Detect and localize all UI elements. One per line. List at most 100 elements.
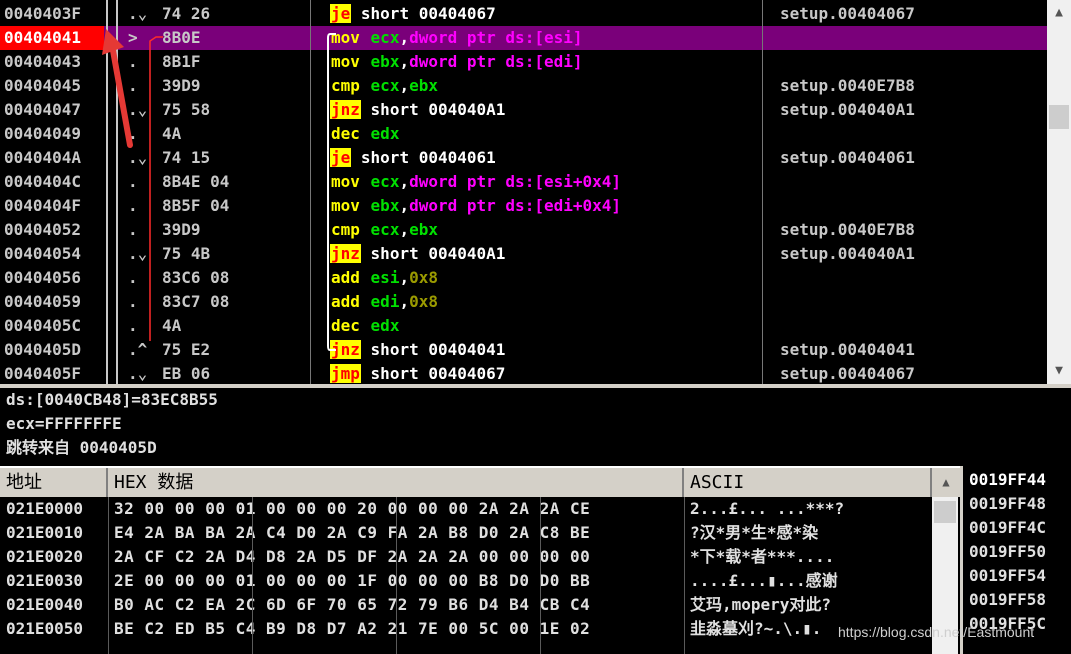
operand: edi: [370, 292, 400, 311]
stack-address[interactable]: 0019FF44: [969, 468, 1046, 492]
instruction-address: 00404047: [4, 100, 82, 119]
opcode-bytes: 8B0E: [162, 28, 201, 47]
loop-bracket: [327, 33, 336, 351]
stack-address[interactable]: 0019FF48: [969, 492, 1046, 516]
instruction-address: 00404045: [4, 76, 82, 95]
operand: 0x8: [409, 292, 438, 311]
scroll-up-icon[interactable]: ▲: [932, 468, 960, 497]
instruction-text: mov ecx,dword ptr ds:[esi]: [330, 26, 755, 50]
scroll-thumb[interactable]: [934, 501, 956, 523]
dump-row[interactable]: 021E0000 32 00 00 00 01 00 00 00 20 00 00…: [0, 497, 932, 521]
instruction-comment: setup.004040A1: [780, 244, 915, 263]
jump-marker: .⌄: [128, 364, 148, 383]
opcode-bytes: 4A: [162, 124, 182, 143]
instruction-text: mov ebx,dword ptr ds:[edi+0x4]: [330, 194, 755, 218]
operand: ebx: [409, 76, 438, 95]
operand: dword ptr ds:[edi+0x4]: [409, 196, 622, 215]
disassembly-pane[interactable]: 0040403F .⌄ 74 26 je short 00404067 setup.00…: [0, 0, 1047, 384]
header-address[interactable]: 地址: [0, 468, 108, 497]
stack-address[interactable]: 0019FF54: [969, 564, 1046, 588]
scroll-up-icon[interactable]: ▲: [1047, 2, 1071, 24]
dump-ascii-text: 2...£... ...***?: [690, 499, 845, 518]
opcode-bytes: 8B1F: [162, 52, 201, 71]
dump-ascii-text: ?汉*男*生*感*染: [690, 523, 819, 542]
info-line: 跳转来自 0040405D: [6, 438, 157, 457]
stack-address[interactable]: 0019FF4C: [969, 516, 1046, 540]
dump-row[interactable]: 021E0010 E4 2A BA BA 2A C4 D0 2A C9 FA 2A…: [0, 521, 932, 545]
dump-ascii-text: 艾玛,mopery对此?: [690, 595, 832, 614]
dump-address: 021E0010: [6, 523, 84, 542]
dump-row[interactable]: 021E0040 B0 AC C2 EA 2C 6D 6F 70 65 72 79…: [0, 593, 932, 617]
operand: ,: [399, 220, 410, 239]
opcode-bytes: 83C6 08: [162, 268, 230, 287]
dump-address: 021E0050: [6, 619, 84, 638]
operand: dword ptr ds:[edi]: [409, 52, 583, 71]
operand: ecx: [370, 220, 400, 239]
scroll-thumb[interactable]: [1049, 105, 1069, 129]
column-divider: [252, 497, 253, 654]
header-hex-data[interactable]: HEX 数据: [108, 468, 684, 497]
instruction-address: 0040404A: [4, 148, 82, 167]
instruction-comment: [780, 290, 1045, 314]
instruction-address: 00404056: [4, 268, 82, 287]
column-divider: [684, 497, 685, 654]
header-ascii[interactable]: ASCII: [684, 468, 932, 497]
operand: edx: [370, 124, 400, 143]
dump-header: 地址 HEX 数据 ASCII ▲: [0, 466, 960, 497]
memory-dump-pane[interactable]: 地址 HEX 数据 ASCII ▲ 021E0000 32 00 00 00 01…: [0, 466, 960, 654]
column-divider: [108, 497, 109, 654]
instruction-address: 00404049: [4, 124, 82, 143]
instruction-comment: setup.0040E7B8: [780, 220, 915, 239]
instruction-text: mov ebx,dword ptr ds:[edi]: [330, 50, 755, 74]
instruction-comment: [780, 170, 1045, 194]
opcode-bytes: 39D9: [162, 220, 201, 239]
opcode-bytes: 75 E2: [162, 340, 211, 359]
operand: esi: [370, 268, 400, 287]
stack-address[interactable]: 0019FF58: [969, 588, 1046, 612]
disasm-row[interactable]: 0040405F .⌄ EB 06 jmp short 00404067 setup.0…: [0, 362, 1047, 386]
info-line: ds:[0040CB48]=83EC8B55: [6, 390, 218, 409]
instruction-text: dec edx: [330, 314, 755, 338]
instruction-address: 00404043: [4, 52, 82, 71]
operand: ,: [399, 28, 410, 47]
disassembly-scrollbar[interactable]: ▲ ▼: [1047, 0, 1071, 384]
stack-address[interactable]: 0019FF50: [969, 540, 1046, 564]
instruction-text: dec edx: [330, 122, 755, 146]
opcode-bytes: 75 58: [162, 100, 211, 119]
operand: ecx: [370, 172, 400, 191]
dump-hex-bytes: B0 AC C2 EA 2C 6D 6F 70 65 72 79 B6 D4 B…: [114, 595, 591, 614]
dump-hex-bytes: E4 2A BA BA 2A C4 D0 2A C9 FA 2A B8 D0 2…: [114, 523, 591, 542]
instruction-address: 0040405C: [4, 316, 82, 335]
operand: ,: [399, 292, 410, 311]
instruction-comment: [780, 266, 1045, 290]
instruction-text: cmp ecx,ebx: [330, 74, 755, 98]
opcode-bytes: EB 06: [162, 364, 211, 383]
operand: ecx: [370, 28, 400, 47]
operand: ebx: [409, 220, 438, 239]
instruction-text: jmp short 00404067: [330, 362, 755, 386]
dump-ascii-text: *下*载*者***....: [690, 547, 835, 566]
scroll-down-icon[interactable]: ▼: [1047, 360, 1071, 382]
dump-row[interactable]: 021E0030 2E 00 00 00 01 00 00 00 1F 00 00…: [0, 569, 932, 593]
dump-hex-bytes: 2A CF C2 2A D4 D8 2A D5 DF 2A 2A 2A 00 0…: [114, 547, 591, 566]
instruction-text: jnz short 004040A1: [330, 242, 755, 266]
disasm-row[interactable]: 0040403F .⌄ 74 26 je short 00404067 setup.00…: [0, 2, 1047, 26]
operand: ecx: [370, 76, 400, 95]
instruction-text: jnz short 004040A1: [330, 98, 755, 122]
opcode-bytes: 39D9: [162, 76, 201, 95]
instruction-comment: setup.00404061: [780, 148, 915, 167]
operand: short 004040A1: [370, 100, 506, 119]
instruction-comment: setup.0040E7B8: [780, 76, 915, 95]
instruction-text: add edi,0x8: [330, 290, 755, 314]
column-divider: [762, 0, 763, 384]
instruction-address: 0040404F: [4, 196, 82, 215]
jump-marker: .⌄: [128, 4, 148, 23]
operand: dword ptr ds:[esi]: [409, 28, 583, 47]
opcode-bytes: 83C7 08: [162, 292, 230, 311]
dump-row[interactable]: 021E0020 2A CF C2 2A D4 D8 2A D5 DF 2A 2A…: [0, 545, 932, 569]
operand: short 00404067: [370, 364, 506, 383]
dump-row[interactable]: 021E0050 BE C2 ED B5 C4 B9 D8 D7 A2 21 7E…: [0, 617, 932, 641]
instruction-text: cmp ecx,ebx: [330, 218, 755, 242]
operand: ,: [399, 76, 410, 95]
instruction-text: mov ecx,dword ptr ds:[esi+0x4]: [330, 170, 755, 194]
